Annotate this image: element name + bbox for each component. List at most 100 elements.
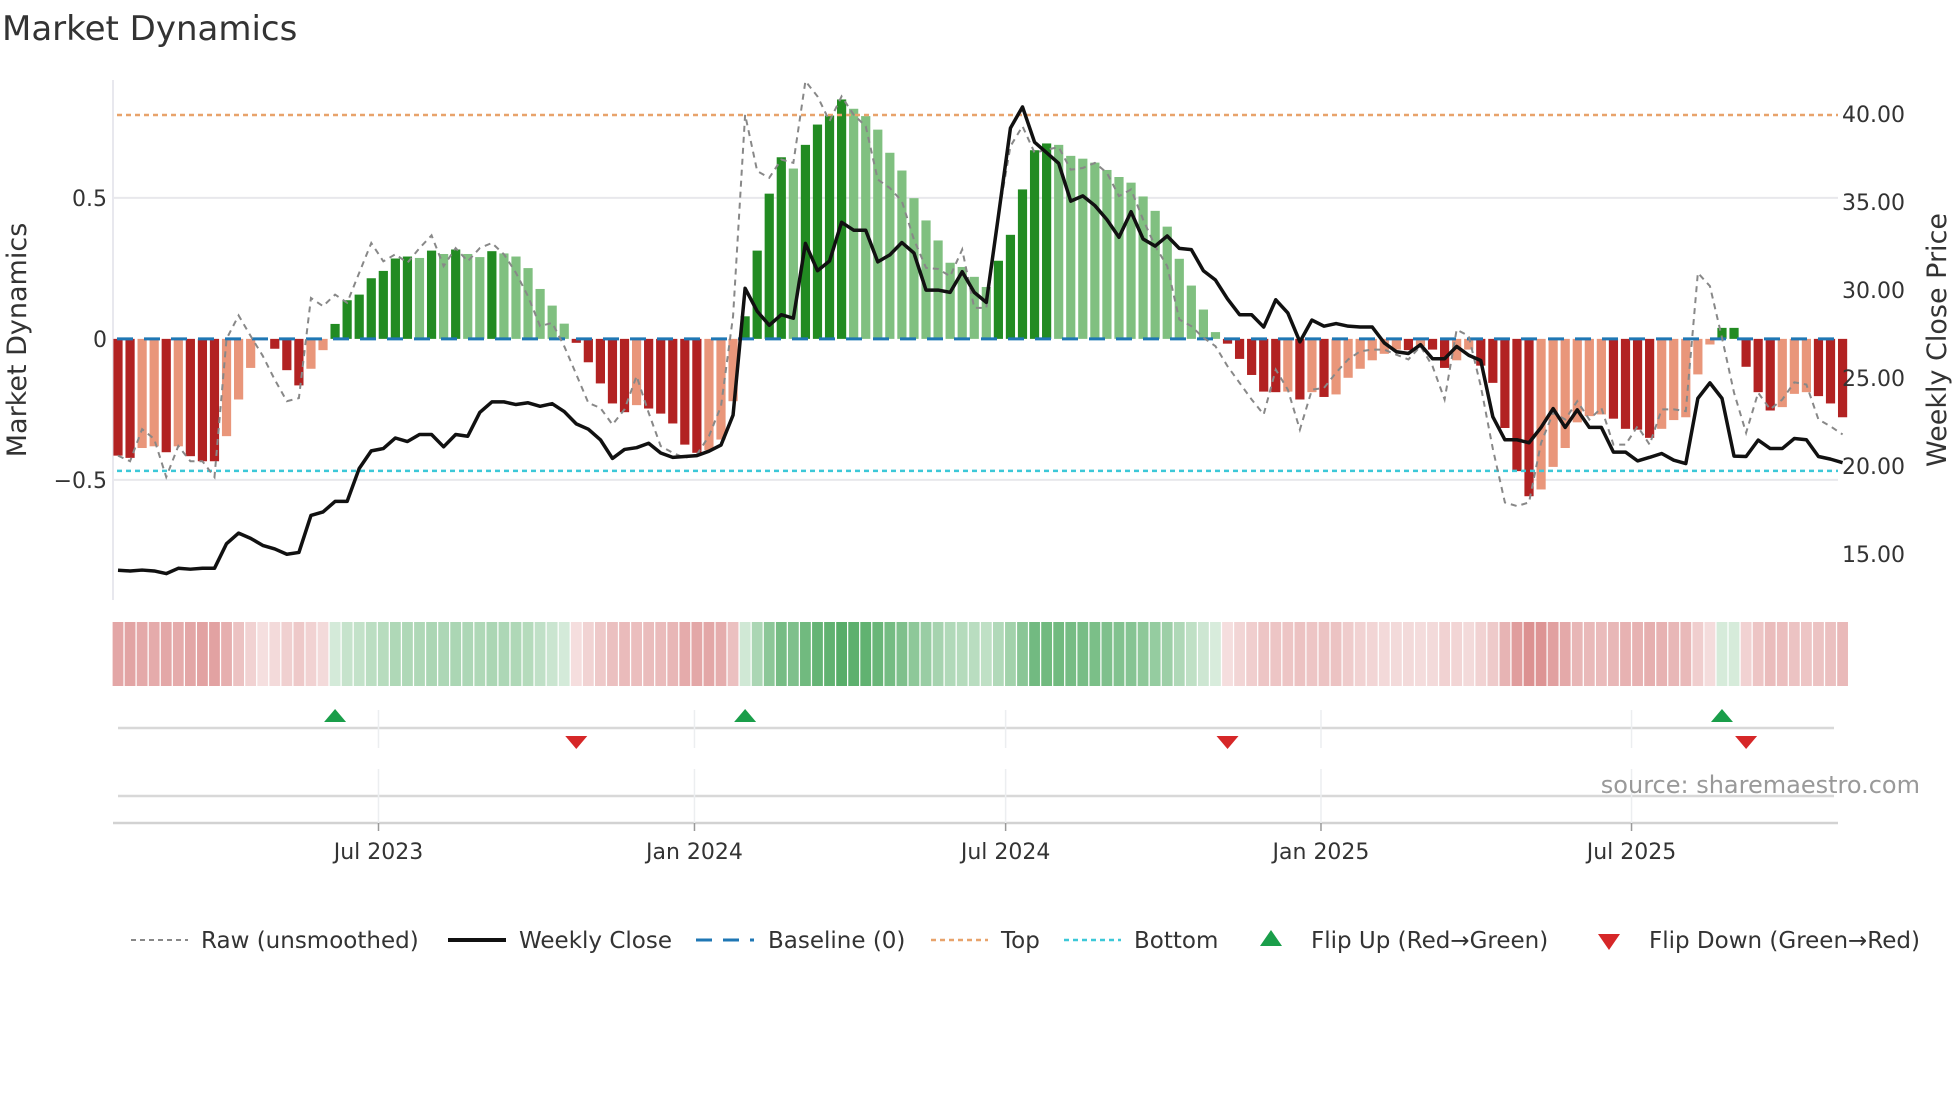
legend-raw-label: Raw (unsmoothed) [201, 928, 419, 954]
momentum-bar [644, 338, 654, 409]
heatmap-cell [1463, 622, 1475, 686]
heatmap-cell [1716, 622, 1728, 686]
heatmap-cell [1330, 622, 1342, 686]
momentum-bar [1174, 258, 1184, 339]
heatmap-cell [1752, 622, 1764, 686]
momentum-bar [1066, 155, 1076, 339]
momentum-bar [595, 338, 605, 384]
momentum-bar [1150, 210, 1160, 339]
heatmap-cell [836, 622, 847, 686]
momentum-bar [1512, 338, 1522, 472]
heatmap-cell [1776, 622, 1788, 686]
momentum-bar [1029, 150, 1040, 339]
momentum-bar [1295, 338, 1305, 400]
momentum-bar [173, 338, 183, 447]
heatmap-cell [631, 622, 642, 686]
heatmap-cell [1788, 622, 1800, 686]
legend-item-bottom[interactable]: Bottom [1064, 928, 1218, 954]
heatmap-cell [257, 622, 269, 686]
heatmap-cell [1595, 622, 1607, 686]
heatmap-cell [389, 622, 401, 686]
heatmap-cell [1451, 622, 1463, 686]
heatmap-cell [1017, 622, 1028, 686]
heatmap-cell [184, 622, 196, 686]
heatmap-cell [233, 622, 244, 686]
legend-item-raw[interactable]: Raw (unsmoothed) [131, 928, 419, 954]
heatmap-cell [860, 622, 872, 686]
heatmap-cell [1137, 622, 1149, 686]
heatmap-cell [136, 622, 148, 686]
momentum-bar [861, 116, 871, 339]
heatmap-cell [595, 622, 606, 686]
momentum-bar [342, 300, 352, 339]
momentum-bar [499, 253, 509, 339]
heatmap-cell [775, 622, 787, 686]
heatmap-cell [751, 622, 763, 686]
heatmap-cell [1499, 622, 1511, 686]
x-tick-label: Jul 2023 [332, 840, 424, 865]
heatmap-cell [739, 622, 751, 686]
legend-item-baseline[interactable]: Baseline (0) [696, 928, 905, 954]
legend-item-flip-up[interactable]: Flip Up (Red→Green) [1260, 928, 1548, 954]
heatmap-cell [1378, 622, 1390, 686]
heatmap-cell [968, 622, 980, 686]
heatmap-cell [787, 622, 799, 686]
heatmap-cell [341, 622, 353, 686]
heatmap-cell [1306, 622, 1318, 686]
heatmap-cell [992, 622, 1004, 686]
y2-tick-label: 35.00 [1842, 191, 1905, 216]
heatmap-cell [1801, 622, 1812, 686]
momentum-bar [849, 108, 859, 339]
heatmap-cell [1475, 622, 1487, 686]
heatmap-cell [582, 622, 594, 686]
heatmap-cell [1837, 622, 1848, 686]
heatmap-cell [1487, 622, 1499, 686]
heatmap-cell [956, 622, 968, 686]
heatmap-cell [1089, 622, 1101, 686]
momentum-bar [282, 338, 292, 371]
heatmap-cell [1511, 622, 1523, 686]
heatmap-cell [112, 622, 124, 686]
momentum-bar [1548, 338, 1558, 467]
heatmap-cell [1246, 622, 1258, 686]
heatmap-cell [462, 622, 474, 686]
momentum-bar [487, 251, 497, 339]
momentum-bar [1247, 338, 1257, 375]
momentum-bar [1789, 338, 1799, 394]
momentum-bar [897, 170, 907, 339]
momentum-bar [113, 338, 123, 456]
heatmap-cell [269, 622, 281, 686]
momentum-bar [1524, 338, 1534, 497]
momentum-bar [1693, 338, 1703, 375]
heatmap-cell [450, 622, 462, 686]
flip-up-marker [324, 709, 347, 722]
legend-top-label: Top [1000, 928, 1040, 954]
x-tick-label: Jul 2025 [1585, 840, 1677, 865]
heatmap-cell [1571, 622, 1583, 686]
heatmap-cell [1125, 622, 1137, 686]
heatmap-cell [920, 622, 932, 686]
momentum-bar [366, 278, 376, 339]
momentum-bar [1620, 338, 1631, 429]
heatmap-cell [1439, 622, 1450, 686]
heatmap-cell [1559, 622, 1571, 686]
heatmap-cell [667, 622, 679, 686]
heatmap-cell [1583, 622, 1595, 686]
heatmap-cell [293, 622, 305, 686]
momentum-bar [306, 338, 316, 369]
flip-markers [113, 709, 1838, 831]
heatmap-cell [1427, 622, 1438, 686]
momentum-bar [1729, 327, 1739, 339]
momentum-bar [1560, 338, 1570, 449]
heatmap-cell [1258, 622, 1270, 686]
momentum-bar [1584, 338, 1594, 417]
legend-item-flip-down[interactable]: Flip Down (Green→Red) [1598, 928, 1920, 954]
legend-item-top[interactable]: Top [931, 928, 1040, 954]
heatmap-cell [1608, 622, 1619, 686]
heatmap-cell [486, 622, 498, 686]
momentum-bar [1427, 338, 1438, 350]
momentum-bar [475, 257, 485, 339]
momentum-bar [511, 256, 521, 339]
heatmap-cell [522, 622, 534, 686]
legend-item-close[interactable]: Weekly Close [448, 928, 672, 954]
